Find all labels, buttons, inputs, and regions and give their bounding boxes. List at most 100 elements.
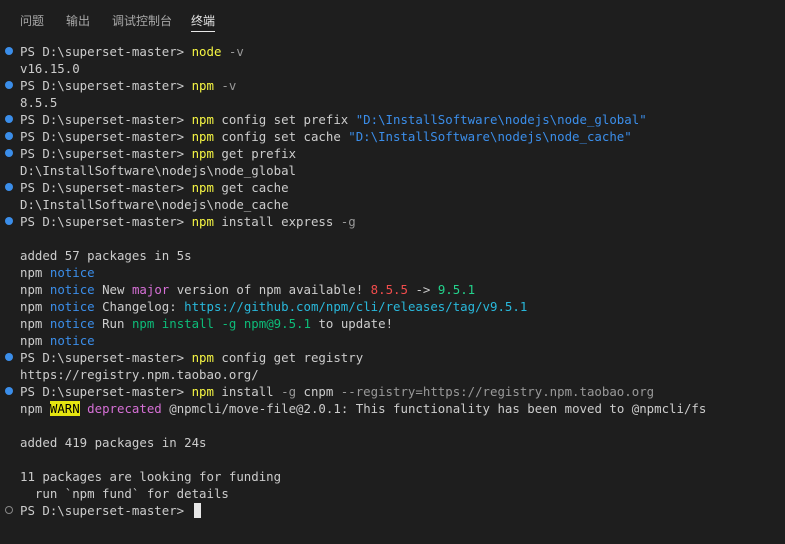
prompt: PS D:\superset-master>: [20, 350, 192, 365]
terminal-output[interactable]: PS D:\superset-master> node -v v16.15.0 …: [0, 43, 785, 544]
command-success-decoration[interactable]: [5, 81, 13, 89]
command-success-decoration[interactable]: [5, 217, 13, 225]
terminal-line: PS D:\superset-master> npm install expre…: [20, 213, 356, 230]
command-name: npm: [191, 384, 214, 399]
tab-output[interactable]: 输出: [66, 12, 90, 36]
terminal-cursor: [193, 503, 201, 518]
terminal-line: PS D:\superset-master> npm -v: [20, 77, 236, 94]
terminal-line: run `npm fund` for details: [20, 486, 229, 501]
terminal-line: v16.15.0: [20, 61, 80, 76]
notice-label: notice: [49, 333, 95, 348]
notice-label: notice: [49, 282, 95, 297]
text: Changelog:: [94, 299, 185, 314]
terminal-line: added 57 packages in 5s: [20, 248, 192, 263]
tab-debug-console[interactable]: 调试控制台: [112, 12, 172, 36]
command-name: npm: [191, 146, 214, 161]
command-arg: -v: [221, 44, 244, 59]
terminal-line: PS D:\superset-master> npm config set pr…: [20, 111, 647, 128]
command-success-decoration[interactable]: [5, 132, 13, 140]
terminal-line: D:\InstallSoftware\nodejs\node_global: [20, 163, 297, 178]
tab-terminal[interactable]: 终端: [191, 12, 216, 36]
command-success-decoration[interactable]: [5, 115, 13, 123]
npm-label: npm: [20, 299, 43, 314]
terminal-line: PS D:\superset-master> npm config get re…: [20, 349, 363, 366]
command-name: npm: [191, 214, 214, 229]
prompt: PS D:\superset-master>: [20, 146, 192, 161]
terminal-line: PS D:\superset-master> npm get prefix: [20, 145, 296, 162]
panel-tab-bar: 问题 输出 调试控制台 终端: [0, 0, 785, 36]
command-success-decoration[interactable]: [5, 387, 13, 395]
changelog-link[interactable]: https://github.com/npm/cli/releases/tag/…: [184, 299, 527, 314]
string-arg: "D:\InstallSoftware\nodejs\node_cache": [348, 129, 632, 144]
text: version of npm available!: [169, 282, 371, 297]
update-command: npm install -g npm@9.5.1: [131, 316, 311, 331]
command-name: node: [191, 44, 222, 59]
major-label: major: [131, 282, 170, 297]
command-name: npm: [191, 78, 214, 93]
terminal-line: PS D:\superset-master> npm get cache: [20, 179, 289, 196]
command-name: npm: [191, 350, 214, 365]
notice-label: notice: [49, 316, 95, 331]
text: Run: [94, 316, 132, 331]
terminal-line: 8.5.5: [20, 95, 58, 110]
npm-label: npm: [20, 401, 43, 416]
npm-label: npm: [20, 265, 43, 280]
text: cnpm: [296, 384, 341, 399]
command-args: config set prefix: [213, 112, 356, 127]
prompt: PS D:\superset-master>: [20, 384, 192, 399]
command-flag: -g: [281, 384, 297, 399]
npm-label: npm: [20, 282, 43, 297]
prompt: PS D:\superset-master>: [20, 180, 192, 195]
text: to update!: [310, 316, 394, 331]
npm-label: npm: [20, 316, 43, 331]
terminal-line: npm notice: [20, 264, 95, 281]
terminal-line: npm WARN deprecated @npmcli/move-file@2.…: [20, 400, 706, 417]
command-args: config set cache: [213, 129, 349, 144]
command-success-decoration[interactable]: [5, 47, 13, 55]
terminal-line: PS D:\superset-master>: [20, 502, 201, 519]
notice-label: notice: [49, 299, 95, 314]
prompt: PS D:\superset-master>: [20, 129, 192, 144]
terminal-line: PS D:\superset-master> node -v: [20, 43, 244, 60]
command-name: npm: [191, 112, 214, 127]
old-version: 8.5.5: [370, 282, 408, 297]
command-args: config get registry: [213, 350, 364, 365]
prompt: PS D:\superset-master>: [20, 112, 192, 127]
warn-badge: WARN: [49, 401, 80, 416]
terminal-line: 11 packages are looking for funding: [20, 469, 282, 484]
command-arg: -v: [213, 78, 237, 93]
prompt: PS D:\superset-master>: [20, 503, 192, 518]
terminal-line: npm notice Changelog: https://github.com…: [20, 298, 527, 315]
command-args: install: [213, 384, 282, 399]
prompt: PS D:\superset-master>: [20, 214, 192, 229]
prompt: PS D:\superset-master>: [20, 44, 192, 59]
npm-label: npm: [20, 333, 43, 348]
command-args: get cache: [213, 180, 289, 195]
terminal-line: D:\InstallSoftware\nodejs\node_cache: [20, 197, 289, 212]
command-success-decoration[interactable]: [5, 149, 13, 157]
arrow: ->: [407, 282, 438, 297]
prompt: PS D:\superset-master>: [20, 78, 192, 93]
command-args: install express: [213, 214, 341, 229]
command-flag: --registry=https://registry.npm.taobao.o…: [340, 384, 655, 399]
terminal-line: PS D:\superset-master> npm install -g cn…: [20, 383, 654, 400]
terminal-line: npm notice New major version of npm avai…: [20, 281, 475, 298]
tab-problems[interactable]: 问题: [20, 12, 44, 36]
new-version: 9.5.1: [437, 282, 476, 297]
text: New: [94, 282, 132, 297]
command-args: get prefix: [213, 146, 297, 161]
notice-label: notice: [49, 265, 95, 280]
string-arg: "D:\InstallSoftware\nodejs\node_global": [355, 112, 647, 127]
terminal-line: PS D:\superset-master> npm config set ca…: [20, 128, 632, 145]
deprecated-label: deprecated: [87, 401, 162, 416]
command-name: npm: [191, 129, 214, 144]
command-name: npm: [191, 180, 214, 195]
text: @npmcli/move-file@2.0.1: This functional…: [161, 401, 707, 416]
terminal-line: https://registry.npm.taobao.org/: [20, 367, 259, 382]
command-success-decoration[interactable]: [5, 183, 13, 191]
command-success-decoration[interactable]: [5, 353, 13, 361]
command-pending-decoration[interactable]: [5, 506, 13, 514]
terminal-line: added 419 packages in 24s: [20, 435, 207, 450]
terminal-line: npm notice Run npm install -g npm@9.5.1 …: [20, 315, 393, 332]
command-flag: -g: [340, 214, 356, 229]
